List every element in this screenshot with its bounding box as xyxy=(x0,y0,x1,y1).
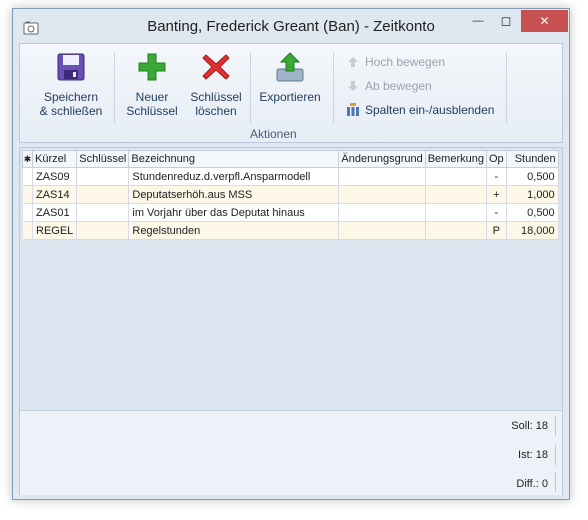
column-header-op[interactable]: Op xyxy=(485,150,507,168)
arrow-up-icon xyxy=(345,54,361,70)
cell-kuerzel[interactable]: ZAS09 xyxy=(32,167,78,186)
cell-aenderungsgrund[interactable] xyxy=(338,203,426,222)
cell-bemerkung[interactable] xyxy=(425,185,487,204)
columns-toggle-label: Spalten ein-/ausblenden xyxy=(365,103,495,117)
delete-key-button[interactable]: Schlüssel löschen xyxy=(186,50,246,118)
row-indicator[interactable] xyxy=(22,221,33,240)
ribbon-separator xyxy=(114,52,115,124)
soll-total: Soll: 18 xyxy=(511,420,548,432)
cell-bemerkung[interactable] xyxy=(425,203,487,222)
zeitkonto-window: Banting, Frederick Greant (Ban) - Zeitko… xyxy=(12,8,570,500)
close-icon: ✕ xyxy=(539,14,550,28)
column-header-kuerzel[interactable]: Kürzel xyxy=(31,150,78,168)
cell-bemerkung[interactable] xyxy=(425,221,487,240)
row-indicator[interactable] xyxy=(22,167,33,186)
save-icon xyxy=(54,50,88,84)
cell-bezeichnung[interactable]: Stundenreduz.d.verpfl.Ansparmodell xyxy=(128,167,340,186)
table-row[interactable]: ZAS09 Stundenreduz.d.verpfl.Ansparmodell… xyxy=(22,167,559,186)
cell-kuerzel[interactable]: ZAS14 xyxy=(32,185,78,204)
export-button[interactable]: Exportieren xyxy=(258,50,322,104)
column-header-bemerkung[interactable]: Bemerkung xyxy=(424,150,487,168)
table-row[interactable]: REGEL Regelstunden P 18,000 xyxy=(22,221,559,240)
save-close-button[interactable]: Speichern & schließen xyxy=(34,50,108,118)
footer-divider xyxy=(555,445,556,465)
diff-total: Diff.: 0 xyxy=(516,478,548,490)
columns-toggle-button[interactable]: Spalten ein-/ausblenden xyxy=(345,101,494,119)
column-header-stunden[interactable]: Stunden xyxy=(505,150,559,168)
arrow-down-icon xyxy=(345,78,361,94)
cell-op[interactable]: - xyxy=(486,203,507,222)
cell-bezeichnung[interactable]: Regelstunden xyxy=(128,221,340,240)
move-up-button[interactable]: Hoch bewegen xyxy=(345,53,445,71)
data-grid: ✱ Kürzel Schlüssel Bezeichnung Änderungs… xyxy=(22,150,559,240)
row-indicator-header[interactable]: ✱ xyxy=(22,150,33,168)
new-key-label: Neuer Schlüssel xyxy=(126,90,178,118)
grid-header-row: ✱ Kürzel Schlüssel Bezeichnung Änderungs… xyxy=(22,150,559,168)
cell-op[interactable]: + xyxy=(486,185,507,204)
maximize-button[interactable]: ◻ xyxy=(493,10,519,32)
delete-key-label: Schlüssel löschen xyxy=(190,90,242,118)
footer-divider xyxy=(555,416,556,436)
cell-op[interactable]: - xyxy=(486,167,507,186)
cell-aenderungsgrund[interactable] xyxy=(338,221,426,240)
cell-bezeichnung[interactable]: im Vorjahr über das Deputat hinaus xyxy=(128,203,340,222)
column-header-schluessel[interactable]: Schlüssel xyxy=(76,150,130,168)
maximize-icon: ◻ xyxy=(500,13,512,28)
ribbon-separator xyxy=(333,52,334,124)
cell-schluessel[interactable] xyxy=(76,221,130,240)
minimize-button[interactable]: — xyxy=(465,10,491,32)
cell-kuerzel[interactable]: REGEL xyxy=(32,221,78,240)
move-up-label: Hoch bewegen xyxy=(365,55,446,69)
actions-group-label: Aktionen xyxy=(250,127,297,141)
plus-icon xyxy=(135,50,169,84)
ribbon-separator xyxy=(250,52,251,124)
footer-divider xyxy=(555,472,556,492)
cell-kuerzel[interactable]: ZAS01 xyxy=(32,203,78,222)
cell-aenderungsgrund[interactable] xyxy=(338,167,426,186)
ribbon-separator xyxy=(506,52,507,124)
row-indicator[interactable] xyxy=(22,203,33,222)
delete-x-icon xyxy=(199,50,233,84)
summary-footer: Soll: 18 Ist: 18 Diff.: 0 xyxy=(20,410,562,495)
cell-stunden[interactable]: 0,500 xyxy=(506,167,559,186)
cell-stunden[interactable]: 0,500 xyxy=(506,203,559,222)
ist-total: Ist: 18 xyxy=(518,449,548,461)
data-grid-panel: ✱ Kürzel Schlüssel Bezeichnung Änderungs… xyxy=(19,147,563,495)
cell-bezeichnung[interactable]: Deputatserhöh.aus MSS xyxy=(128,185,340,204)
export-icon xyxy=(273,50,307,84)
column-header-bezeichnung[interactable]: Bezeichnung xyxy=(128,150,340,168)
table-row[interactable]: ZAS01 im Vorjahr über das Deputat hinaus… xyxy=(22,203,559,222)
close-button[interactable]: ✕ xyxy=(521,10,568,32)
move-down-label: Ab bewegen xyxy=(365,79,432,93)
move-down-button[interactable]: Ab bewegen xyxy=(345,77,432,95)
cell-schluessel[interactable] xyxy=(76,185,130,204)
cell-stunden[interactable]: 18,000 xyxy=(506,221,559,240)
ribbon: Speichern & schließen Neuer Schlüssel Sc… xyxy=(19,43,563,143)
cell-schluessel[interactable] xyxy=(76,203,130,222)
cell-stunden[interactable]: 1,000 xyxy=(506,185,559,204)
new-key-button[interactable]: Neuer Schlüssel xyxy=(124,50,180,118)
column-header-aenderungsgrund[interactable]: Änderungsgrund xyxy=(338,150,426,168)
table-row[interactable]: ZAS14 Deputatserhöh.aus MSS + 1,000 xyxy=(22,185,559,204)
cell-aenderungsgrund[interactable] xyxy=(338,185,426,204)
minimize-icon: — xyxy=(472,15,484,27)
row-indicator[interactable] xyxy=(22,185,33,204)
save-close-label: Speichern & schließen xyxy=(39,90,103,118)
cell-bemerkung[interactable] xyxy=(425,167,487,186)
export-label: Exportieren xyxy=(259,90,321,104)
columns-icon xyxy=(345,102,361,118)
title-bar[interactable]: Banting, Frederick Greant (Ban) - Zeitko… xyxy=(13,9,569,43)
cell-op[interactable]: P xyxy=(486,221,507,240)
asterisk-icon: ✱ xyxy=(23,153,32,164)
cell-schluessel[interactable] xyxy=(76,167,130,186)
